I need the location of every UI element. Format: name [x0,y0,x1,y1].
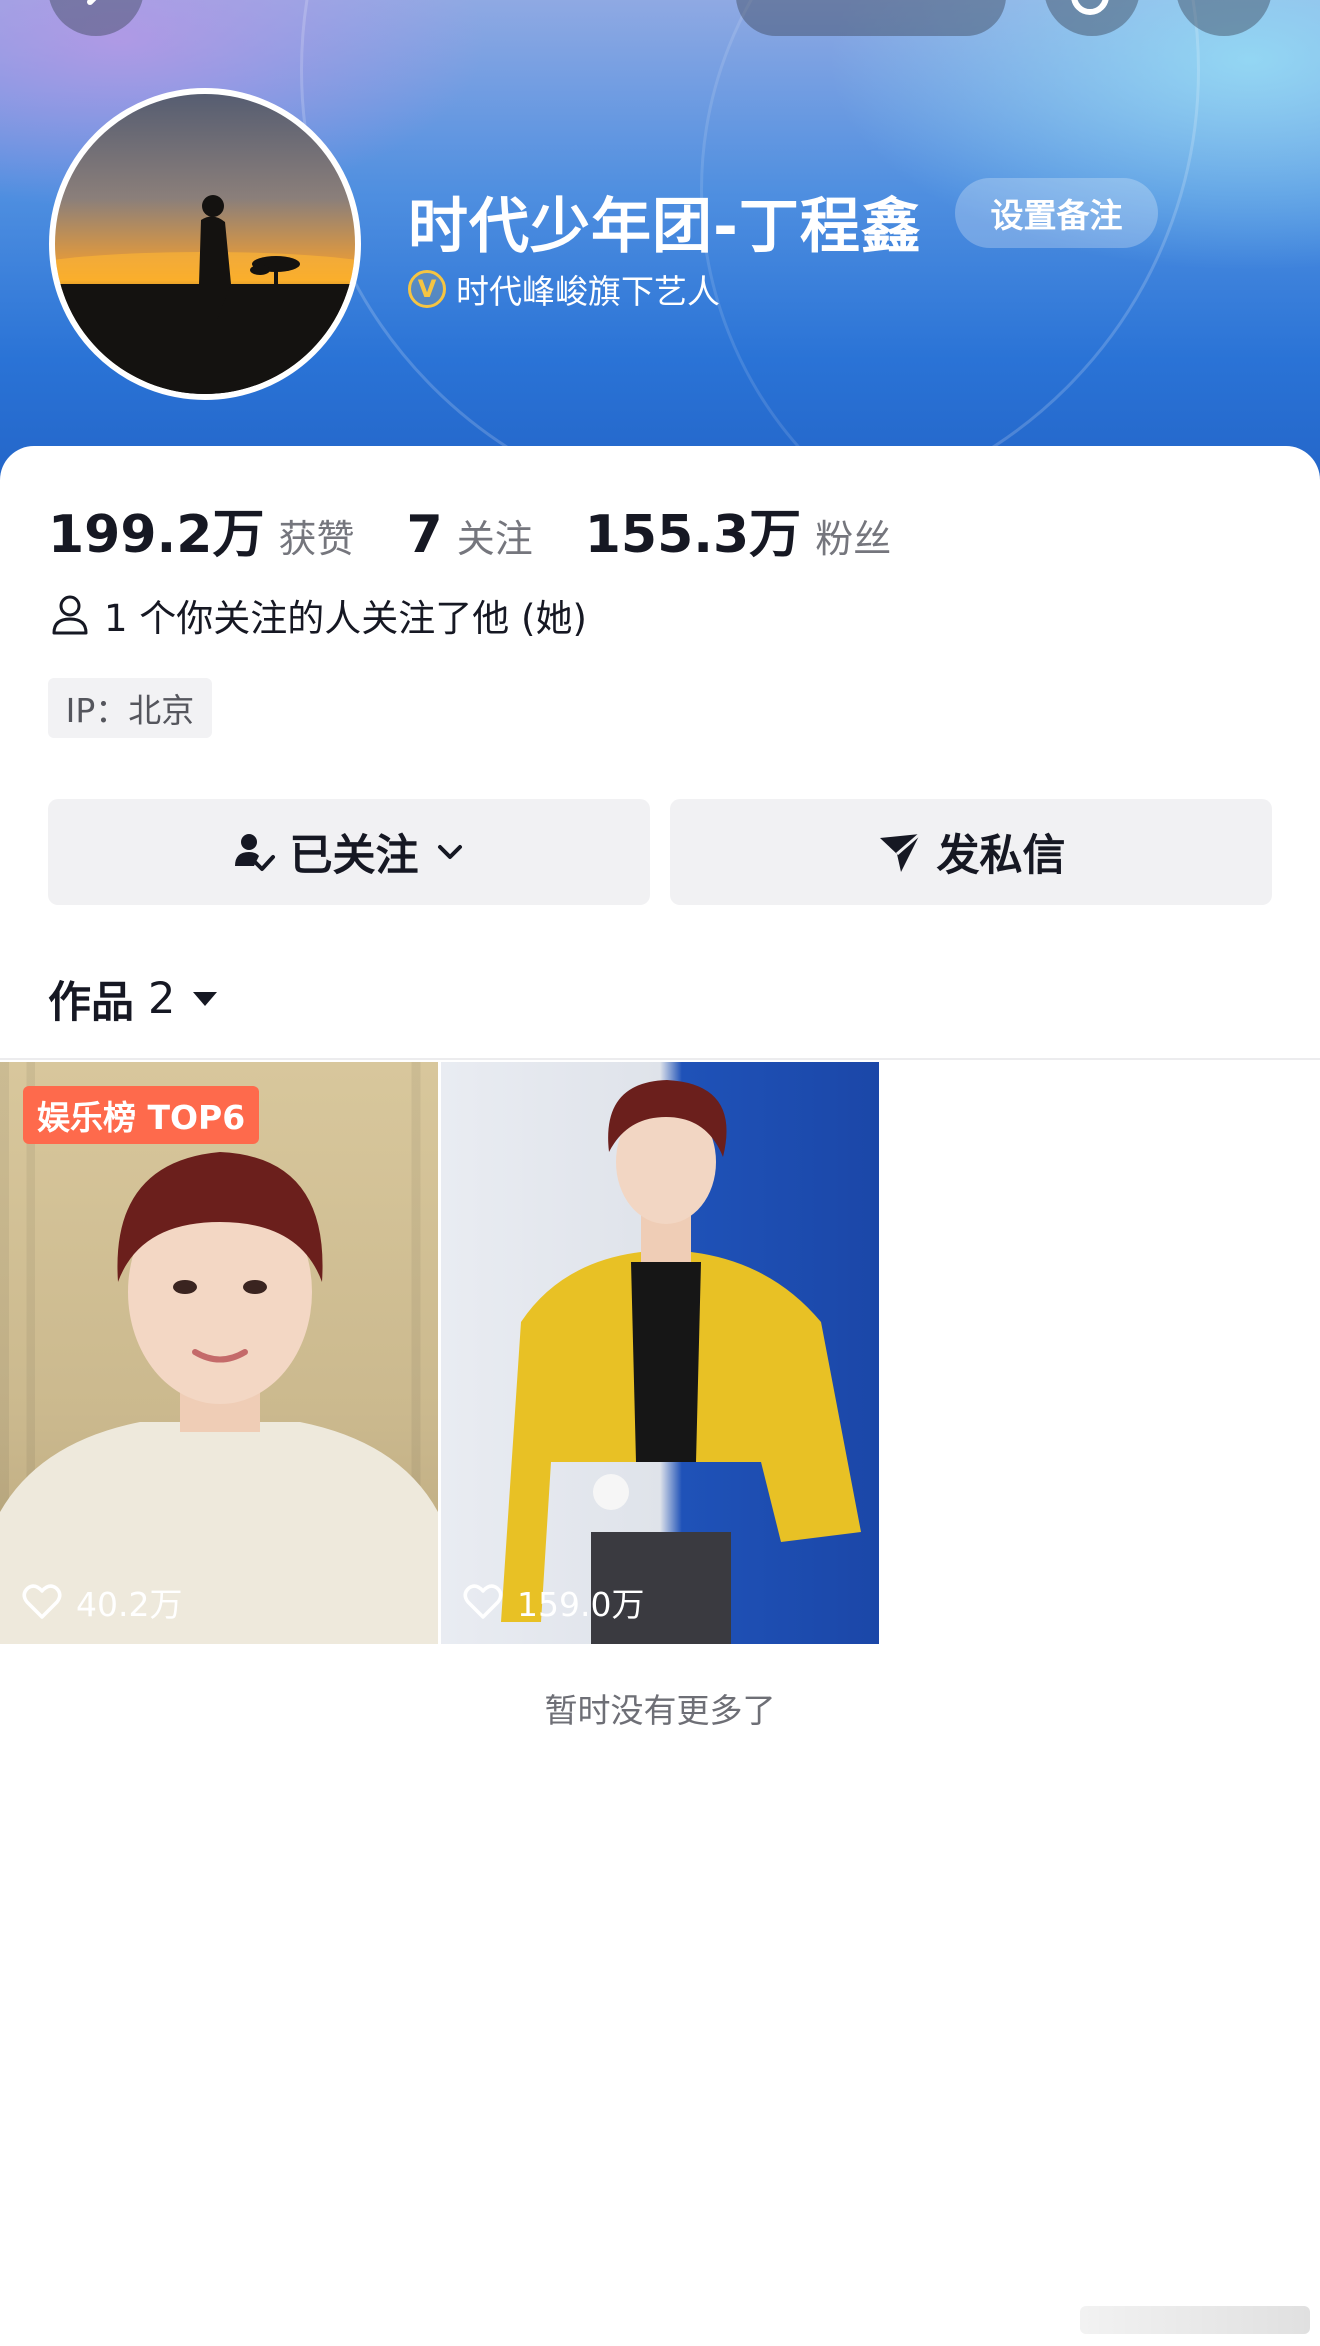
avatar-silhouette-image [55,195,355,394]
search-button[interactable] [1044,0,1140,36]
person-icon [52,595,88,635]
send-message-label: 发私信 [936,831,1066,881]
video-likes: 40.2万 [22,1578,182,1626]
verification-text: 时代峰峻旗下艺人 [456,272,720,311]
mutual-follow-text: 1 个你关注的人关注了他 (她) [104,597,587,640]
following-label: 关注 [456,517,533,561]
ip-location-tag: IP：北京 [48,678,212,738]
user-check-icon [234,834,275,871]
stats-row: 199.2万 获赞 7 关注 155.3万 粉丝 [48,492,943,567]
video-likes: 159.0万 [463,1578,644,1626]
ranking-badge: 娱乐榜 TOP6 [23,1086,260,1144]
works-count: 2 [148,974,176,1024]
section-divider [0,1058,1320,1060]
following-button-label: 已关注 [289,831,419,881]
profile-banner: 时代少年团-丁程鑫 设置备注 V 时代峰峻旗下艺人 [0,0,1320,480]
following-button[interactable]: 已关注 [48,799,650,905]
verified-v-icon: V [408,270,446,308]
following-count[interactable]: 7 [407,505,443,565]
mutual-follow-row[interactable]: 1 个你关注的人关注了他 (她) [50,588,587,642]
watermark [1080,2306,1310,2334]
heart-icon [22,1584,62,1619]
send-icon [879,832,921,872]
update-pill-button[interactable] [736,0,1006,36]
back-arrow-icon [87,0,97,5]
back-button[interactable] [48,0,144,36]
video-likes-count: 159.0万 [517,1585,645,1624]
video-cover-image [0,1152,438,1644]
chevron-down-icon [437,845,462,859]
heart-icon [463,1584,503,1619]
no-more-content-text: 暂时没有更多了 [544,1691,776,1730]
video-cover-image [501,1080,861,1644]
video-likes-count: 40.2万 [76,1585,183,1624]
set-remark-button[interactable]: 设置备注 [955,178,1158,248]
likes-label: 获赞 [278,517,355,561]
works-tab[interactable]: 作品 2 [48,968,219,1030]
caret-down-icon [193,992,218,1006]
search-icon [1071,0,1109,15]
likes-count[interactable]: 199.2万 [48,492,264,567]
followers-label: 粉丝 [815,517,892,561]
send-message-button[interactable]: 发私信 [670,799,1272,905]
followers-count[interactable]: 155.3万 [585,492,801,567]
video-thumbnail[interactable]: 娱乐榜 TOP6 40.2万 [0,1062,438,1644]
verification-row: V 时代峰峻旗下艺人 [408,265,720,313]
video-thumbnail[interactable]: 159.0万 [441,1062,879,1644]
avatar[interactable] [49,88,361,400]
profile-name: 时代少年团-丁程鑫 [408,192,922,262]
works-label: 作品 [48,978,134,1028]
